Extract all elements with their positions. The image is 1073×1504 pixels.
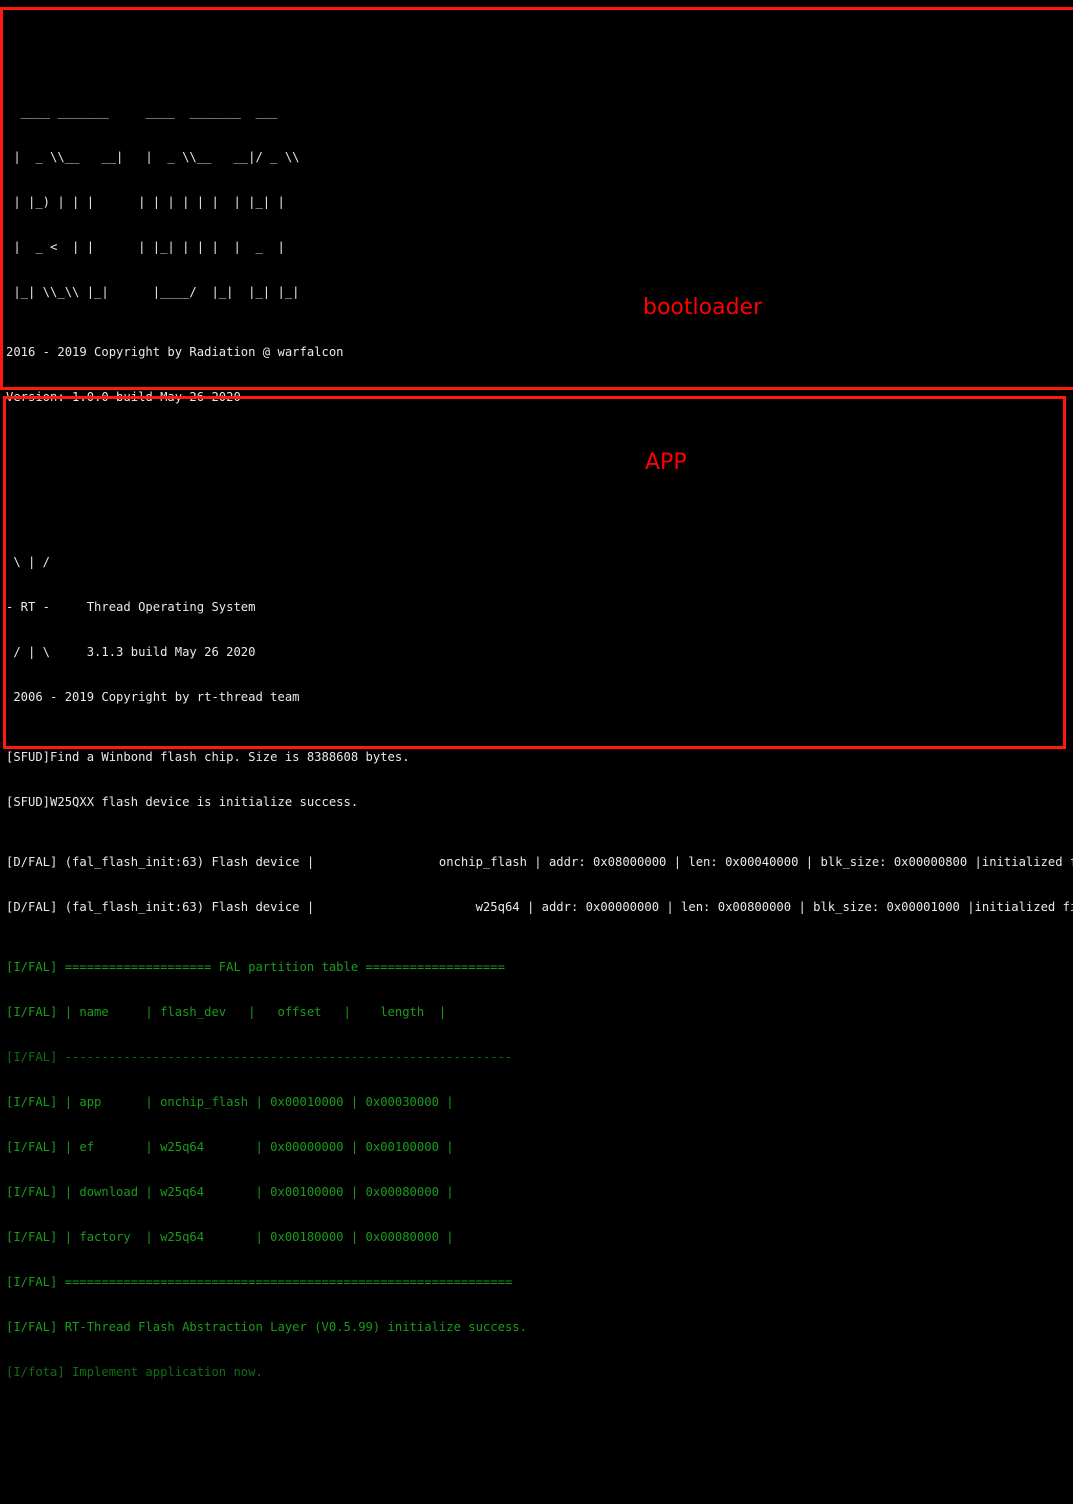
bootloader-copyright: 2016 - 2019 Copyright by Radiation @ war… <box>6 345 344 359</box>
terminal-output[interactable]: ____ _______ ____ _______ ___ | _ \\__ _… <box>0 0 1073 1379</box>
bootloader-fal-table-header: [I/FAL] | name | flash_dev | offset | le… <box>6 1005 447 1019</box>
bootloader-rtt-logo-2: - RT - Thread Operating System <box>6 600 256 614</box>
bootloader-fal-row-app: [I/FAL] | app | onchip_flash | 0x0001000… <box>6 1095 454 1109</box>
bootloader-version: Version: 1.0.0 build May 26 2020 <box>6 390 241 404</box>
bootloader-fal-device-w25q64: [D/FAL] (fal_flash_init:63) Flash device… <box>6 900 1073 914</box>
rtota-ascii-line-5: |_| \\_\\ |_| |____/ |_| |_| |_| <box>6 285 300 299</box>
bootloader-fal-table-separator: [I/FAL] --------------------------------… <box>6 1050 513 1064</box>
bootloader-sfud-find: [SFUD]Find a Winbond flash chip. Size is… <box>6 750 410 764</box>
bootloader-fal-row-download: [I/FAL] | download | w25q64 | 0x00100000… <box>6 1185 454 1199</box>
rtota-ascii-line-1: ____ _______ ____ _______ ___ <box>6 105 293 119</box>
bootloader-fal-success: [I/FAL] RT-Thread Flash Abstraction Laye… <box>6 1320 527 1334</box>
bootloader-section: ____ _______ ____ _______ ___ | _ \\__ _… <box>0 60 1073 1410</box>
bootloader-fal-row-factory: [I/FAL] | factory | w25q64 | 0x00180000 … <box>6 1230 454 1244</box>
bootloader-fal-table-end: [I/FAL] ================================… <box>6 1275 513 1289</box>
rtota-ascii-line-2: | _ \\__ __| | _ \\__ __|/ _ \\ <box>6 150 307 164</box>
bootloader-fota-message: [I/fota] Implement application now. <box>6 1365 263 1379</box>
bootloader-rtt-logo-3: / | \ 3.1.3 build May 26 2020 <box>6 645 256 659</box>
bootloader-sfud-init: [SFUD]W25QXX flash device is initialize … <box>6 795 359 809</box>
bootloader-fal-table-title: [I/FAL] ==================== FAL partiti… <box>6 960 505 974</box>
bootloader-fal-device-onchip: [D/FAL] (fal_flash_init:63) Flash device… <box>6 855 1073 869</box>
app-annotation-label: APP <box>645 450 687 475</box>
bootloader-rtt-logo-1: \ | / <box>6 555 51 569</box>
rtota-ascii-line-3: | |_) | | | | | | | | | | |_| | <box>6 195 285 209</box>
bootloader-annotation-label: bootloader <box>643 295 763 320</box>
bootloader-fal-row-ef: [I/FAL] | ef | w25q64 | 0x00000000 | 0x0… <box>6 1140 454 1154</box>
bootloader-rtt-copyright: 2006 - 2019 Copyright by rt-thread team <box>6 690 300 704</box>
rtota-ascii-line-4: | _ < | | | |_| | | | | _ | <box>6 240 285 254</box>
